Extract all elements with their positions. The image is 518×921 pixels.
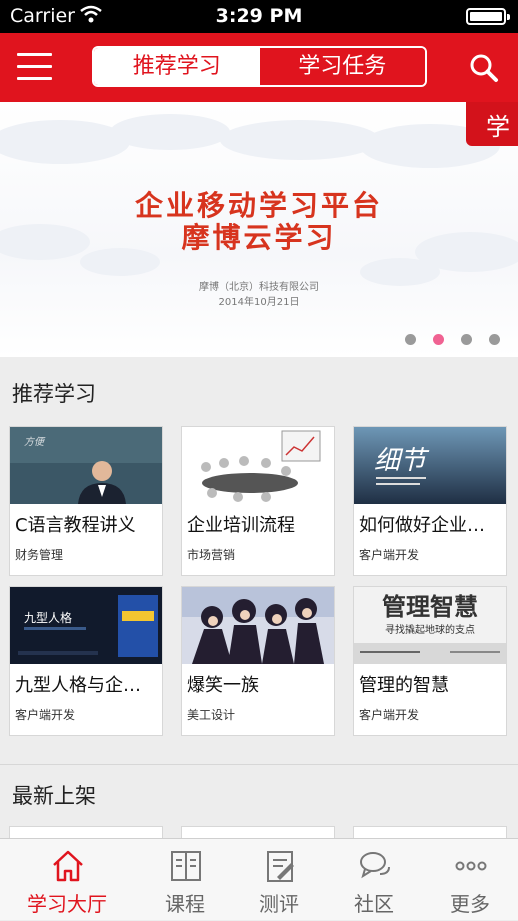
chat-icon: [360, 852, 390, 879]
banner-company: 摩博（北京）科技有限公司: [199, 282, 319, 293]
course-title: 企业培训流程: [187, 515, 295, 536]
tab-courses[interactable]: 课程: [135, 839, 235, 921]
tab-label: 学习大厅: [27, 892, 107, 916]
svg-text:方便: 方便: [24, 436, 46, 448]
wisdom-subtitle-text: 寻找撬起地球的支点: [385, 623, 475, 636]
course-card[interactable]: 企业培训流程 市场营销: [181, 426, 335, 576]
battery-icon: [466, 8, 510, 25]
course-title: C语言教程讲义: [15, 515, 136, 536]
page-dot[interactable]: [461, 334, 472, 345]
course-category: 客户端开发: [359, 708, 420, 722]
tab-label: 社区: [354, 892, 394, 916]
banner-title-line2: 摩博云学习: [181, 221, 337, 254]
page-dot[interactable]: [433, 334, 444, 345]
page-dot[interactable]: [489, 334, 500, 345]
course-title: 九型人格与企…: [15, 675, 141, 696]
status-bar: Carrier 3:29 PM: [0, 0, 518, 33]
tab-assessment[interactable]: 测评: [229, 839, 329, 921]
tab-label: 测评: [259, 892, 299, 916]
course-card[interactable]: 方便 C语言教程讲义 财务管理: [9, 426, 163, 576]
more-icon: [455, 861, 487, 871]
tab-learning-hall[interactable]: 学习大厅: [17, 839, 117, 921]
course-card[interactable]: 爆笑一族 美工设计: [181, 586, 335, 736]
course-title: 管理的智慧: [359, 675, 449, 696]
course-category: 客户端开发: [359, 548, 420, 562]
xijie-thumbnail: 细节: [354, 427, 506, 504]
xijie-text: 细节: [374, 446, 430, 476]
course-title: 如何做好企业…: [359, 515, 485, 536]
menu-icon[interactable]: [17, 53, 52, 81]
anime-thumbnail: [182, 587, 334, 664]
wisdom-title-text: 管理智慧: [382, 592, 478, 621]
wisdom-thumbnail: 管理智慧 寻找撬起地球的支点: [354, 587, 506, 664]
book-icon: [171, 851, 201, 881]
banner-date: 2014年10月21日: [218, 297, 300, 308]
search-icon[interactable]: [469, 53, 499, 83]
latest-section-title: 最新上架: [12, 784, 96, 808]
course-category: 客户端开发: [15, 708, 76, 722]
clipboard-icon: [267, 851, 294, 882]
status-time: 3:29 PM: [215, 5, 303, 27]
tab-label: 课程: [165, 892, 205, 916]
tab-community[interactable]: 社区: [324, 839, 424, 921]
page-indicator: [405, 334, 500, 345]
brand-badge-text: 学: [486, 113, 510, 141]
enneagram-text: 九型人格: [24, 610, 72, 625]
course-category: 市场营销: [187, 548, 236, 562]
home-icon: [53, 850, 83, 882]
meeting-thumbnail: [182, 427, 334, 504]
course-category: 美工设计: [187, 708, 236, 722]
tab-more[interactable]: 更多: [420, 839, 518, 921]
course-title: 爆笑一族: [187, 675, 259, 696]
section-divider: [0, 764, 518, 765]
segmented-control: 推荐学习 学习任务: [92, 46, 427, 87]
recommended-section-title: 推荐学习: [12, 382, 96, 406]
tab-bar: 学习大厅 课程 测评 社区 更多: [0, 838, 518, 920]
segment-recommended[interactable]: 推荐学习: [94, 48, 260, 85]
course-card[interactable]: 管理智慧 寻找撬起地球的支点 管理的智慧 客户端开发: [353, 586, 507, 736]
tab-label: 更多: [450, 892, 490, 916]
lecture-thumbnail: 方便: [10, 427, 162, 504]
banner-carousel[interactable]: 学 企业移动学习平台 摩博云学习 摩博（北京）科技有限公司 2014年10月21…: [0, 102, 518, 357]
segment-tasks[interactable]: 学习任务: [259, 48, 425, 85]
nav-bar: 推荐学习 学习任务: [0, 33, 518, 102]
course-card[interactable]: 细节 如何做好企业… 客户端开发: [353, 426, 507, 576]
enneagram-thumbnail: 九型人格: [10, 587, 162, 664]
page-dot[interactable]: [405, 334, 416, 345]
course-category: 财务管理: [15, 548, 64, 562]
course-card[interactable]: 九型人格 九型人格与企… 客户端开发: [9, 586, 163, 736]
